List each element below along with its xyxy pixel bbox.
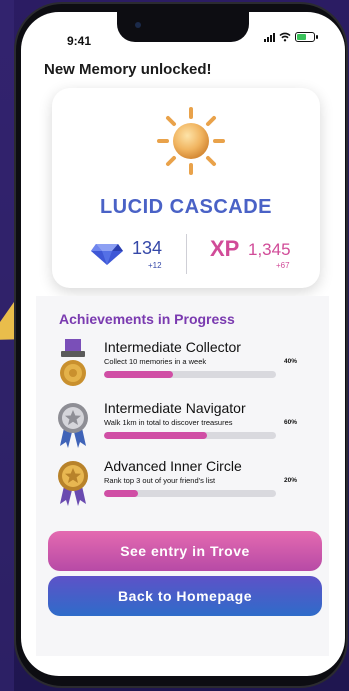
achievement-title: Intermediate Collector (104, 339, 241, 355)
signal-icon (264, 32, 275, 42)
wifi-icon (279, 32, 291, 42)
silver-star-medal-icon (58, 403, 88, 448)
achievement-item: Advanced Inner Circle Rank top 3 out of … (58, 458, 318, 514)
achievement-item: Intermediate Collector Collect 10 memori… (58, 339, 318, 395)
reward-stats: 134 +12 XP 1,345 +67 (52, 230, 320, 280)
achievement-percent: 60% (284, 419, 298, 426)
status-time: 9:41 (67, 34, 92, 48)
achievement-title: Advanced Inner Circle (104, 458, 242, 474)
xp-label: XP (210, 236, 240, 261)
achievements-heading: Achievements in Progress (59, 311, 235, 327)
progress-track (104, 490, 276, 497)
progress-fill (104, 432, 208, 439)
progress-track (104, 432, 276, 439)
progress-fill (104, 371, 173, 378)
achievement-description: Walk 1km in total to discover treasures (104, 418, 233, 427)
memory-name: LUCID CASCADE (99, 196, 273, 218)
sun-icon (157, 107, 225, 175)
stats-divider (186, 234, 187, 274)
achievement-title: Intermediate Navigator (104, 400, 246, 416)
notch (117, 12, 249, 42)
achievement-percent: 20% (284, 477, 298, 484)
achievement-description: Rank top 3 out of your friend's list (104, 476, 216, 485)
page-title: New Memory unlocked! (44, 61, 212, 78)
gold-star-medal-icon (58, 461, 88, 506)
memory-reward-card: LUCID CASCADE 134 +12 XP 1,345 +67 (52, 88, 320, 288)
xp-delta: +67 (276, 261, 290, 270)
progress-fill (104, 490, 139, 497)
achievement-item: Intermediate Navigator Walk 1km in total… (58, 400, 318, 456)
battery-icon (295, 32, 318, 42)
status-icons (264, 32, 318, 42)
achievement-percent: 40% (284, 358, 298, 365)
progress-track (104, 371, 276, 378)
gem-icon (91, 244, 123, 265)
gold-medal-icon (60, 339, 86, 386)
see-entry-in-trove-button[interactable]: See entry in Trove (48, 531, 322, 571)
gem-count: 134 (132, 238, 163, 258)
xp-value: 1,345 (248, 240, 291, 259)
achievement-description: Collect 10 memories in a week (104, 357, 207, 366)
status-bar: 9:41 (21, 12, 345, 52)
back-to-homepage-button[interactable]: Back to Homepage (48, 576, 322, 616)
gem-delta: +12 (148, 261, 162, 270)
camera-icon (135, 22, 141, 28)
